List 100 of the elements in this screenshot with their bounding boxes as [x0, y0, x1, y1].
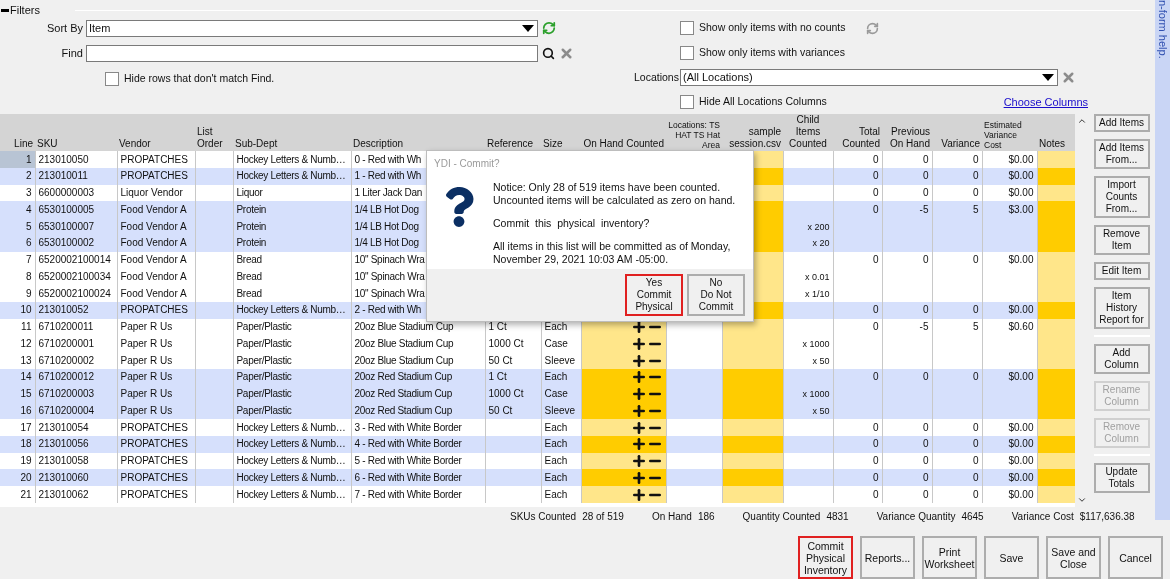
clear-icon[interactable]	[1061, 70, 1076, 85]
side-button[interactable]: Import Counts From...	[1093, 176, 1150, 219]
column-header[interactable]: Sub-Dept	[235, 138, 349, 151]
plus-icon[interactable]	[630, 419, 647, 436]
column-header[interactable]: Reference	[487, 138, 539, 151]
table-cell: 0	[872, 471, 879, 483]
line-number: 17	[20, 421, 32, 433]
table-cell: PROPATCHES	[120, 488, 188, 500]
side-button[interactable]: Item History Report for	[1093, 287, 1150, 330]
table-cell: 0	[972, 421, 979, 433]
checkbox[interactable]	[680, 21, 694, 35]
plus-icon[interactable]	[630, 436, 647, 453]
table-row[interactable]: 13 6710200002 Paper R Us Paper/Plastic 20oz Blue Stadium Cup 50 Ct Sleeve x 50	[0, 352, 1075, 369]
side-button[interactable]: Remove Item	[1093, 225, 1150, 256]
table-row[interactable]: 17 213010054 PROPATCHES Hockey Letters & Numb… 3 - Red with White Border Each 0 0 0 $0.00	[0, 419, 1075, 436]
action-button[interactable]: Commit Physical Inventory	[798, 536, 853, 579]
table-cell: 6 - Red with White Border	[354, 471, 462, 483]
field-label: Locations	[634, 69, 680, 85]
table-cell: 50 Ct	[488, 404, 513, 416]
table-cell: $0.00	[1008, 187, 1034, 198]
checkbox[interactable]	[680, 95, 694, 109]
table-cell: 0	[922, 153, 929, 165]
plus-icon[interactable]	[630, 369, 647, 386]
collapse-icon[interactable]	[1, 8, 9, 12]
column-header[interactable]: Variance	[934, 138, 980, 151]
plus-icon[interactable]	[630, 453, 647, 469]
choose-columns-link[interactable]: Choose Columns	[1003, 93, 1088, 110]
line-number: 18	[20, 438, 32, 450]
search-icon[interactable]	[542, 46, 555, 60]
table-cell: Hockey Letters & Numb…	[236, 471, 346, 483]
column-header[interactable]: Notes	[1039, 138, 1073, 151]
column-header[interactable]: SKU	[37, 138, 115, 151]
find-field[interactable]	[86, 44, 538, 62]
table-cell: $0.00	[1008, 371, 1034, 383]
checkbox[interactable]	[105, 71, 119, 86]
table-cell: 6600000003	[38, 187, 95, 198]
line-number: 21	[20, 488, 32, 500]
line-number: 15	[20, 388, 32, 399]
table-cell: 213010056	[38, 438, 89, 450]
table-cell: 20oz Blue Stadium Cup	[354, 354, 454, 366]
table-cell: 3 - Red with White Border	[354, 421, 462, 433]
table-cell: 0	[972, 438, 979, 450]
table-row[interactable]: 21 213010062 PROPATCHES Hockey Letters & Numb… 7 - Red with White Border Each 0 0 0 $0.00	[0, 486, 1075, 503]
action-button[interactable]: Print Worksheet	[922, 536, 977, 579]
table-cell: x 200	[807, 221, 830, 232]
refresh-icon[interactable]	[542, 21, 556, 35]
side-button[interactable]: Add Column	[1093, 344, 1150, 375]
table-cell: $0.00	[1008, 455, 1034, 466]
total-label: Variance Cost	[1011, 509, 1074, 524]
help-strip[interactable]: n-form help.	[1155, 0, 1170, 520]
locations-dropdown[interactable]: (All Locations)	[680, 69, 1058, 86]
column-header[interactable]: List Order	[197, 126, 231, 151]
column-header[interactable]: Size	[543, 138, 579, 151]
plus-icon[interactable]	[630, 352, 647, 369]
side-button[interactable]: Update Totals	[1093, 463, 1150, 494]
column-header[interactable]: Previous On Hand	[884, 126, 930, 151]
side-button[interactable]: Edit Item	[1093, 262, 1150, 281]
plus-icon[interactable]	[630, 335, 647, 352]
column-header[interactable]: Line	[2, 138, 33, 151]
plus-icon[interactable]	[630, 469, 647, 486]
column-header[interactable]: Vendor	[119, 138, 193, 151]
column-header[interactable]: Estimated Variance Cost	[984, 120, 1035, 151]
column-header[interactable]: Child Items Counted	[785, 114, 831, 151]
table-cell: 6710200012	[38, 371, 95, 383]
action-button[interactable]: Save	[984, 536, 1039, 579]
column-header[interactable]: sample session.csv	[724, 126, 781, 151]
checkbox[interactable]	[680, 46, 694, 60]
sort-by-dropdown[interactable]: Item	[86, 19, 538, 37]
column-header[interactable]: Locations: TS HAT TS Hat Area	[668, 120, 720, 151]
table-cell: Protein	[236, 203, 267, 215]
side-button[interactable]: Add Items From...	[1093, 139, 1150, 170]
table-cell: PROPATCHES	[120, 438, 188, 450]
table-cell: 213010054	[38, 421, 89, 433]
table-cell: 0	[972, 153, 979, 165]
table-cell: PROPATCHES	[120, 170, 188, 182]
column-header[interactable]: Description	[353, 138, 483, 151]
table-cell: $0.60	[1008, 321, 1034, 332]
table-row[interactable]: 16 6710200004 Paper R Us Paper/Plastic 20oz Red Stadium Cup 50 Ct Sleeve x 50	[0, 402, 1075, 420]
total-label: Variance Quantity	[876, 509, 956, 524]
action-button[interactable]: Save and Close	[1046, 536, 1101, 579]
column-header[interactable]: Total Counted	[835, 126, 880, 151]
table-cell: x 50	[812, 405, 830, 416]
line-number: 6	[25, 237, 32, 249]
table-cell: 2 - Red with Wh	[354, 304, 422, 316]
column-header[interactable]: On Hand Counted	[583, 138, 664, 151]
table-cell: 6520002100014	[38, 254, 111, 265]
side-button[interactable]: Add Items	[1093, 114, 1150, 133]
dialog-button[interactable]: Yes Commit Physical	[625, 274, 683, 316]
table-cell: x 1/10	[804, 288, 830, 299]
dialog-button[interactable]: No Do Not Commit	[687, 274, 745, 316]
table-row[interactable]: 20 213010060 PROPATCHES Hockey Letters & Numb… 6 - Red with White Border Each 0 0 0 $0.00	[0, 469, 1075, 487]
action-button[interactable]: Cancel	[1108, 536, 1163, 579]
table-cell: 0	[922, 471, 929, 483]
action-button[interactable]: Reports...	[860, 536, 915, 579]
plus-icon[interactable]	[630, 486, 647, 503]
line-number: 11	[21, 321, 32, 332]
table-cell: 6710200004	[38, 404, 95, 416]
plus-icon[interactable]	[630, 386, 647, 402]
plus-icon[interactable]	[630, 402, 647, 419]
table-cell: 20oz Blue Stadium Cup	[354, 321, 454, 332]
